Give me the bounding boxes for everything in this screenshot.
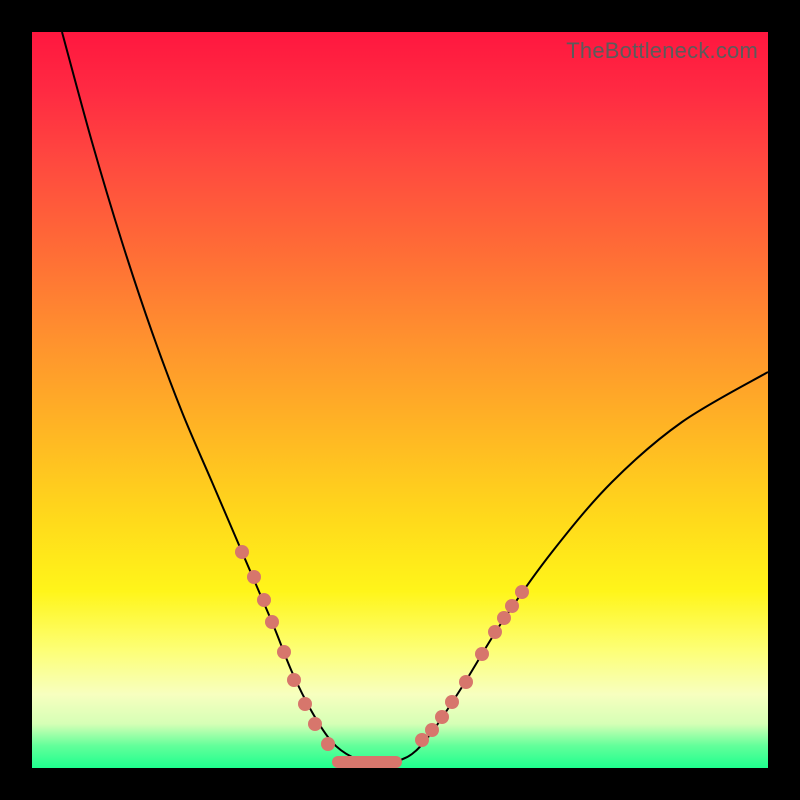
right-marker-dot — [435, 710, 449, 724]
right-marker-dot — [459, 675, 473, 689]
right-marker-dot — [445, 695, 459, 709]
right-marker-dot — [475, 647, 489, 661]
trough-cluster-pill — [332, 756, 402, 768]
chart-frame: TheBottleneck.com — [0, 0, 800, 800]
right-marker-dot — [425, 723, 439, 737]
left-marker-dot — [287, 673, 301, 687]
left-marker-dot — [247, 570, 261, 584]
chart-plot-area: TheBottleneck.com — [32, 32, 768, 768]
left-marker-dot — [265, 615, 279, 629]
left-marker-dot — [277, 645, 291, 659]
right-marker-dot — [505, 599, 519, 613]
bottleneck-curve — [62, 32, 768, 763]
right-marker-dot — [497, 611, 511, 625]
left-marker-dot — [235, 545, 249, 559]
left-marker-dot — [321, 737, 335, 751]
chart-svg — [32, 32, 768, 768]
right-marker-dot — [415, 733, 429, 747]
right-marker-dot — [488, 625, 502, 639]
left-marker-dot — [298, 697, 312, 711]
left-marker-dot — [257, 593, 271, 607]
right-marker-dot — [515, 585, 529, 599]
left-marker-dot — [308, 717, 322, 731]
